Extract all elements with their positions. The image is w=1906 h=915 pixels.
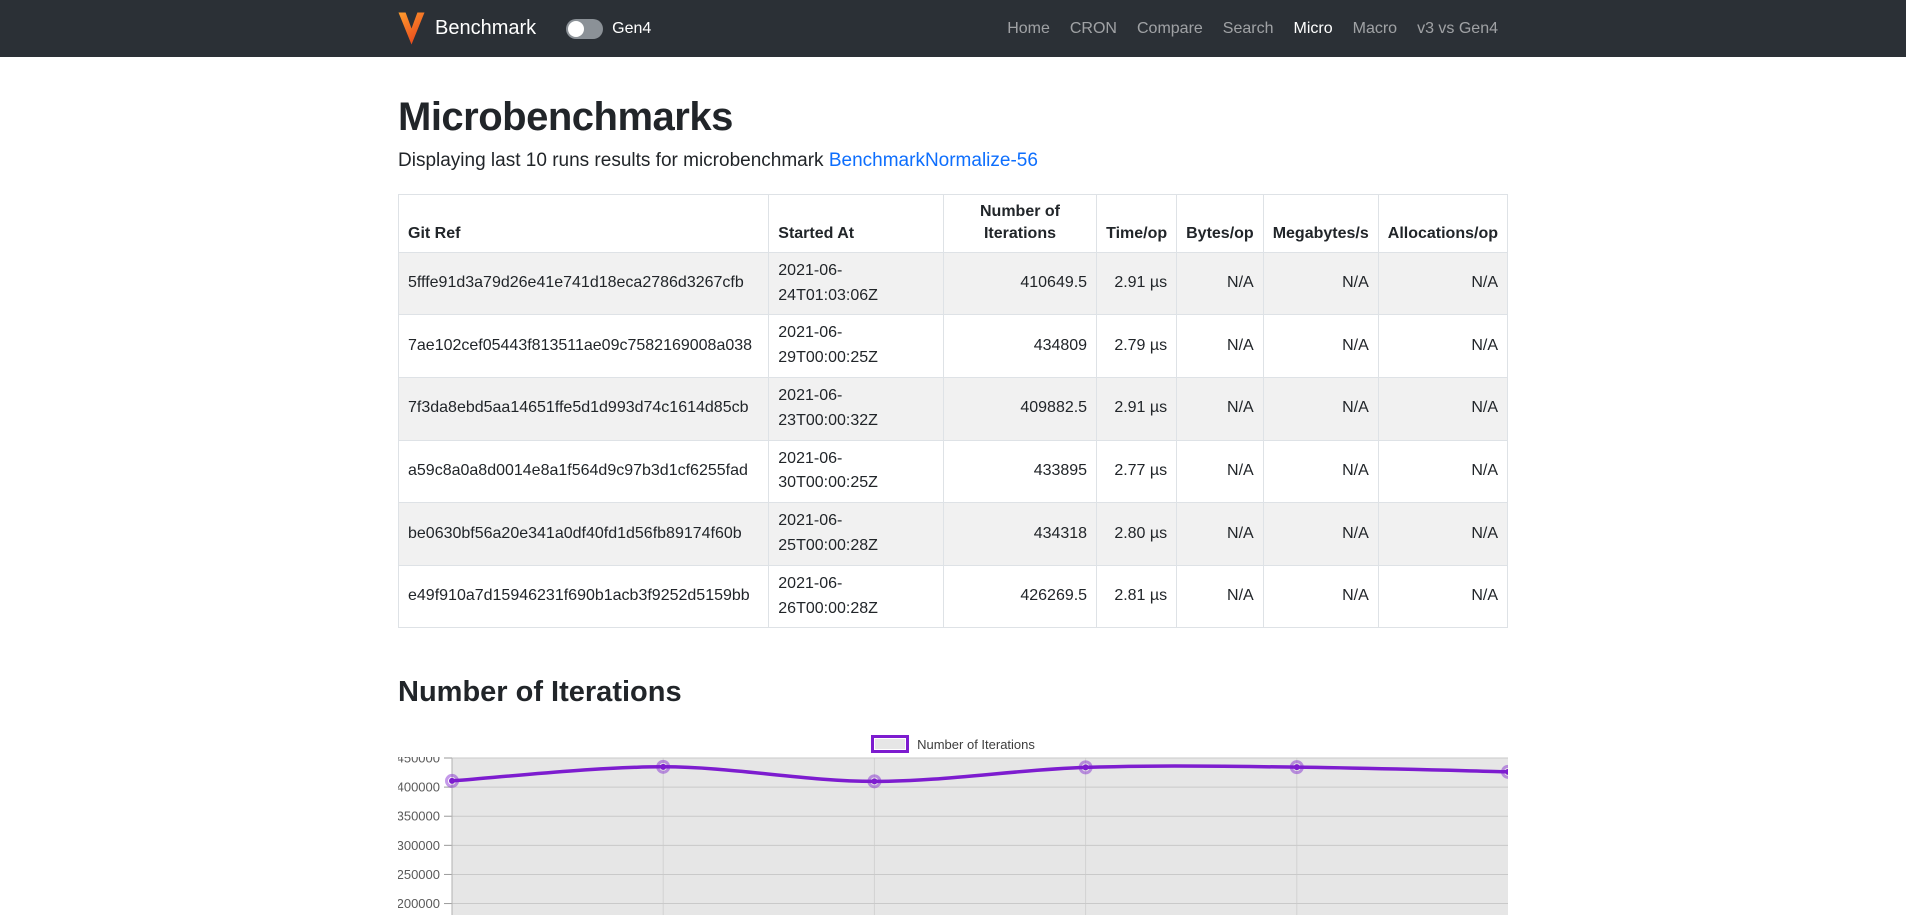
nav-item-compare[interactable]: Compare	[1127, 12, 1213, 46]
bytes-op-cell: N/A	[1177, 377, 1264, 440]
started-at-cell: 2021-06-25T00:00:28Z	[769, 503, 944, 566]
allocations-cell: N/A	[1378, 440, 1507, 503]
gen4-toggle[interactable]	[566, 19, 603, 39]
brand-name: Benchmark	[435, 17, 536, 40]
time-op-cell: 2.80 µs	[1097, 503, 1177, 566]
megabytes-cell: N/A	[1263, 565, 1378, 628]
time-op-cell: 2.77 µs	[1097, 440, 1177, 503]
nav-item-v3-vs-gen4[interactable]: v3 vs Gen4	[1407, 12, 1508, 46]
svg-text:450000: 450000	[398, 757, 440, 766]
benchmark-link[interactable]: BenchmarkNormalize-56	[829, 150, 1038, 171]
page-title: Microbenchmarks	[398, 95, 1508, 140]
bytes-op-cell: N/A	[1177, 315, 1264, 378]
allocations-cell: N/A	[1378, 503, 1507, 566]
vitess-logo-icon	[398, 12, 425, 45]
column-header: Git Ref	[399, 195, 769, 253]
git-ref-cell: e49f910a7d15946231f690b1acb3f9252d5159bb	[399, 565, 769, 628]
table-row: 7f3da8ebd5aa14651ffe5d1d993d74c1614d85cb…	[399, 377, 1508, 440]
nav-item-micro[interactable]: Micro	[1284, 12, 1343, 46]
main-content: Microbenchmarks Displaying last 10 runs …	[398, 95, 1508, 915]
megabytes-cell: N/A	[1263, 252, 1378, 315]
started-at-cell: 2021-06-29T00:00:25Z	[769, 315, 944, 378]
git-ref-cell: 7ae102cef05443f813511ae09c7582169008a038	[399, 315, 769, 378]
iterations-cell: 434809	[943, 315, 1096, 378]
table-row: be0630bf56a20e341a0df40fd1d56fb89174f60b…	[399, 503, 1508, 566]
gen4-toggle-label: Gen4	[612, 20, 651, 38]
page-subtitle: Displaying last 10 runs results for micr…	[398, 150, 1508, 172]
svg-text:200000: 200000	[398, 896, 440, 911]
allocations-cell: N/A	[1378, 252, 1507, 315]
started-at-cell: 2021-06-26T00:00:28Z	[769, 565, 944, 628]
time-op-cell: 2.81 µs	[1097, 565, 1177, 628]
bytes-op-cell: N/A	[1177, 252, 1264, 315]
column-header: Started At	[769, 195, 944, 253]
column-header: Allocations/op	[1378, 195, 1507, 253]
started-at-cell: 2021-06-23T00:00:32Z	[769, 377, 944, 440]
legend-swatch-icon	[871, 735, 909, 753]
table-row: 7ae102cef05443f813511ae09c7582169008a038…	[399, 315, 1508, 378]
gen4-toggle-knob	[568, 21, 584, 37]
legend-label: Number of Iterations	[917, 737, 1035, 752]
bytes-op-cell: N/A	[1177, 440, 1264, 503]
time-op-cell: 2.79 µs	[1097, 315, 1177, 378]
git-ref-cell: be0630bf56a20e341a0df40fd1d56fb89174f60b	[399, 503, 769, 566]
nav-item-home[interactable]: Home	[997, 12, 1060, 46]
iterations-cell: 426269.5	[943, 565, 1096, 628]
iterations-cell: 434318	[943, 503, 1096, 566]
table-row: 5fffe91d3a79d26e41e741d18eca2786d3267cfb…	[399, 252, 1508, 315]
chart-section-title: Number of Iterations	[398, 676, 1508, 709]
line-chart-canvas: 0500001000001500002000002500003000003500…	[398, 757, 1508, 915]
iterations-cell: 409882.5	[943, 377, 1096, 440]
time-op-cell: 2.91 µs	[1097, 377, 1177, 440]
allocations-cell: N/A	[1378, 377, 1507, 440]
started-at-cell: 2021-06-30T00:00:25Z	[769, 440, 944, 503]
nav-item-search[interactable]: Search	[1213, 12, 1284, 46]
megabytes-cell: N/A	[1263, 315, 1378, 378]
column-header: Bytes/op	[1177, 195, 1264, 253]
megabytes-cell: N/A	[1263, 440, 1378, 503]
bytes-op-cell: N/A	[1177, 565, 1264, 628]
git-ref-cell: 5fffe91d3a79d26e41e741d18eca2786d3267cfb	[399, 252, 769, 315]
navbar: Benchmark Gen4 HomeCRONCompareSearchMicr…	[0, 0, 1906, 57]
brand[interactable]: Benchmark	[398, 12, 536, 45]
svg-text:250000: 250000	[398, 867, 440, 882]
svg-text:300000: 300000	[398, 838, 440, 853]
column-header: Megabytes/s	[1263, 195, 1378, 253]
git-ref-cell: a59c8a0a8d0014e8a1f564d9c97b3d1cf6255fad	[399, 440, 769, 503]
table-row: a59c8a0a8d0014e8a1f564d9c97b3d1cf6255fad…	[399, 440, 1508, 503]
column-header: Number of Iterations	[943, 195, 1096, 253]
allocations-cell: N/A	[1378, 315, 1507, 378]
subtitle-text: Displaying last 10 runs results for micr…	[398, 150, 829, 171]
chart-legend: Number of Iterations	[398, 735, 1508, 753]
column-header: Time/op	[1097, 195, 1177, 253]
megabytes-cell: N/A	[1263, 503, 1378, 566]
table-row: e49f910a7d15946231f690b1acb3f9252d5159bb…	[399, 565, 1508, 628]
time-op-cell: 2.91 µs	[1097, 252, 1177, 315]
svg-text:400000: 400000	[398, 780, 440, 795]
bytes-op-cell: N/A	[1177, 503, 1264, 566]
table-header-row: Git RefStarted AtNumber of IterationsTim…	[399, 195, 1508, 253]
iterations-cell: 410649.5	[943, 252, 1096, 315]
iterations-chart: 0500001000001500002000002500003000003500…	[398, 757, 1508, 915]
nav-links: HomeCRONCompareSearchMicroMacrov3 vs Gen…	[997, 12, 1508, 46]
nav-item-macro[interactable]: Macro	[1343, 12, 1407, 46]
iterations-cell: 433895	[943, 440, 1096, 503]
svg-text:350000: 350000	[398, 809, 440, 824]
git-ref-cell: 7f3da8ebd5aa14651ffe5d1d993d74c1614d85cb	[399, 377, 769, 440]
runs-table: Git RefStarted AtNumber of IterationsTim…	[398, 194, 1508, 628]
allocations-cell: N/A	[1378, 565, 1507, 628]
nav-item-cron[interactable]: CRON	[1060, 12, 1127, 46]
started-at-cell: 2021-06-24T01:03:06Z	[769, 252, 944, 315]
megabytes-cell: N/A	[1263, 377, 1378, 440]
